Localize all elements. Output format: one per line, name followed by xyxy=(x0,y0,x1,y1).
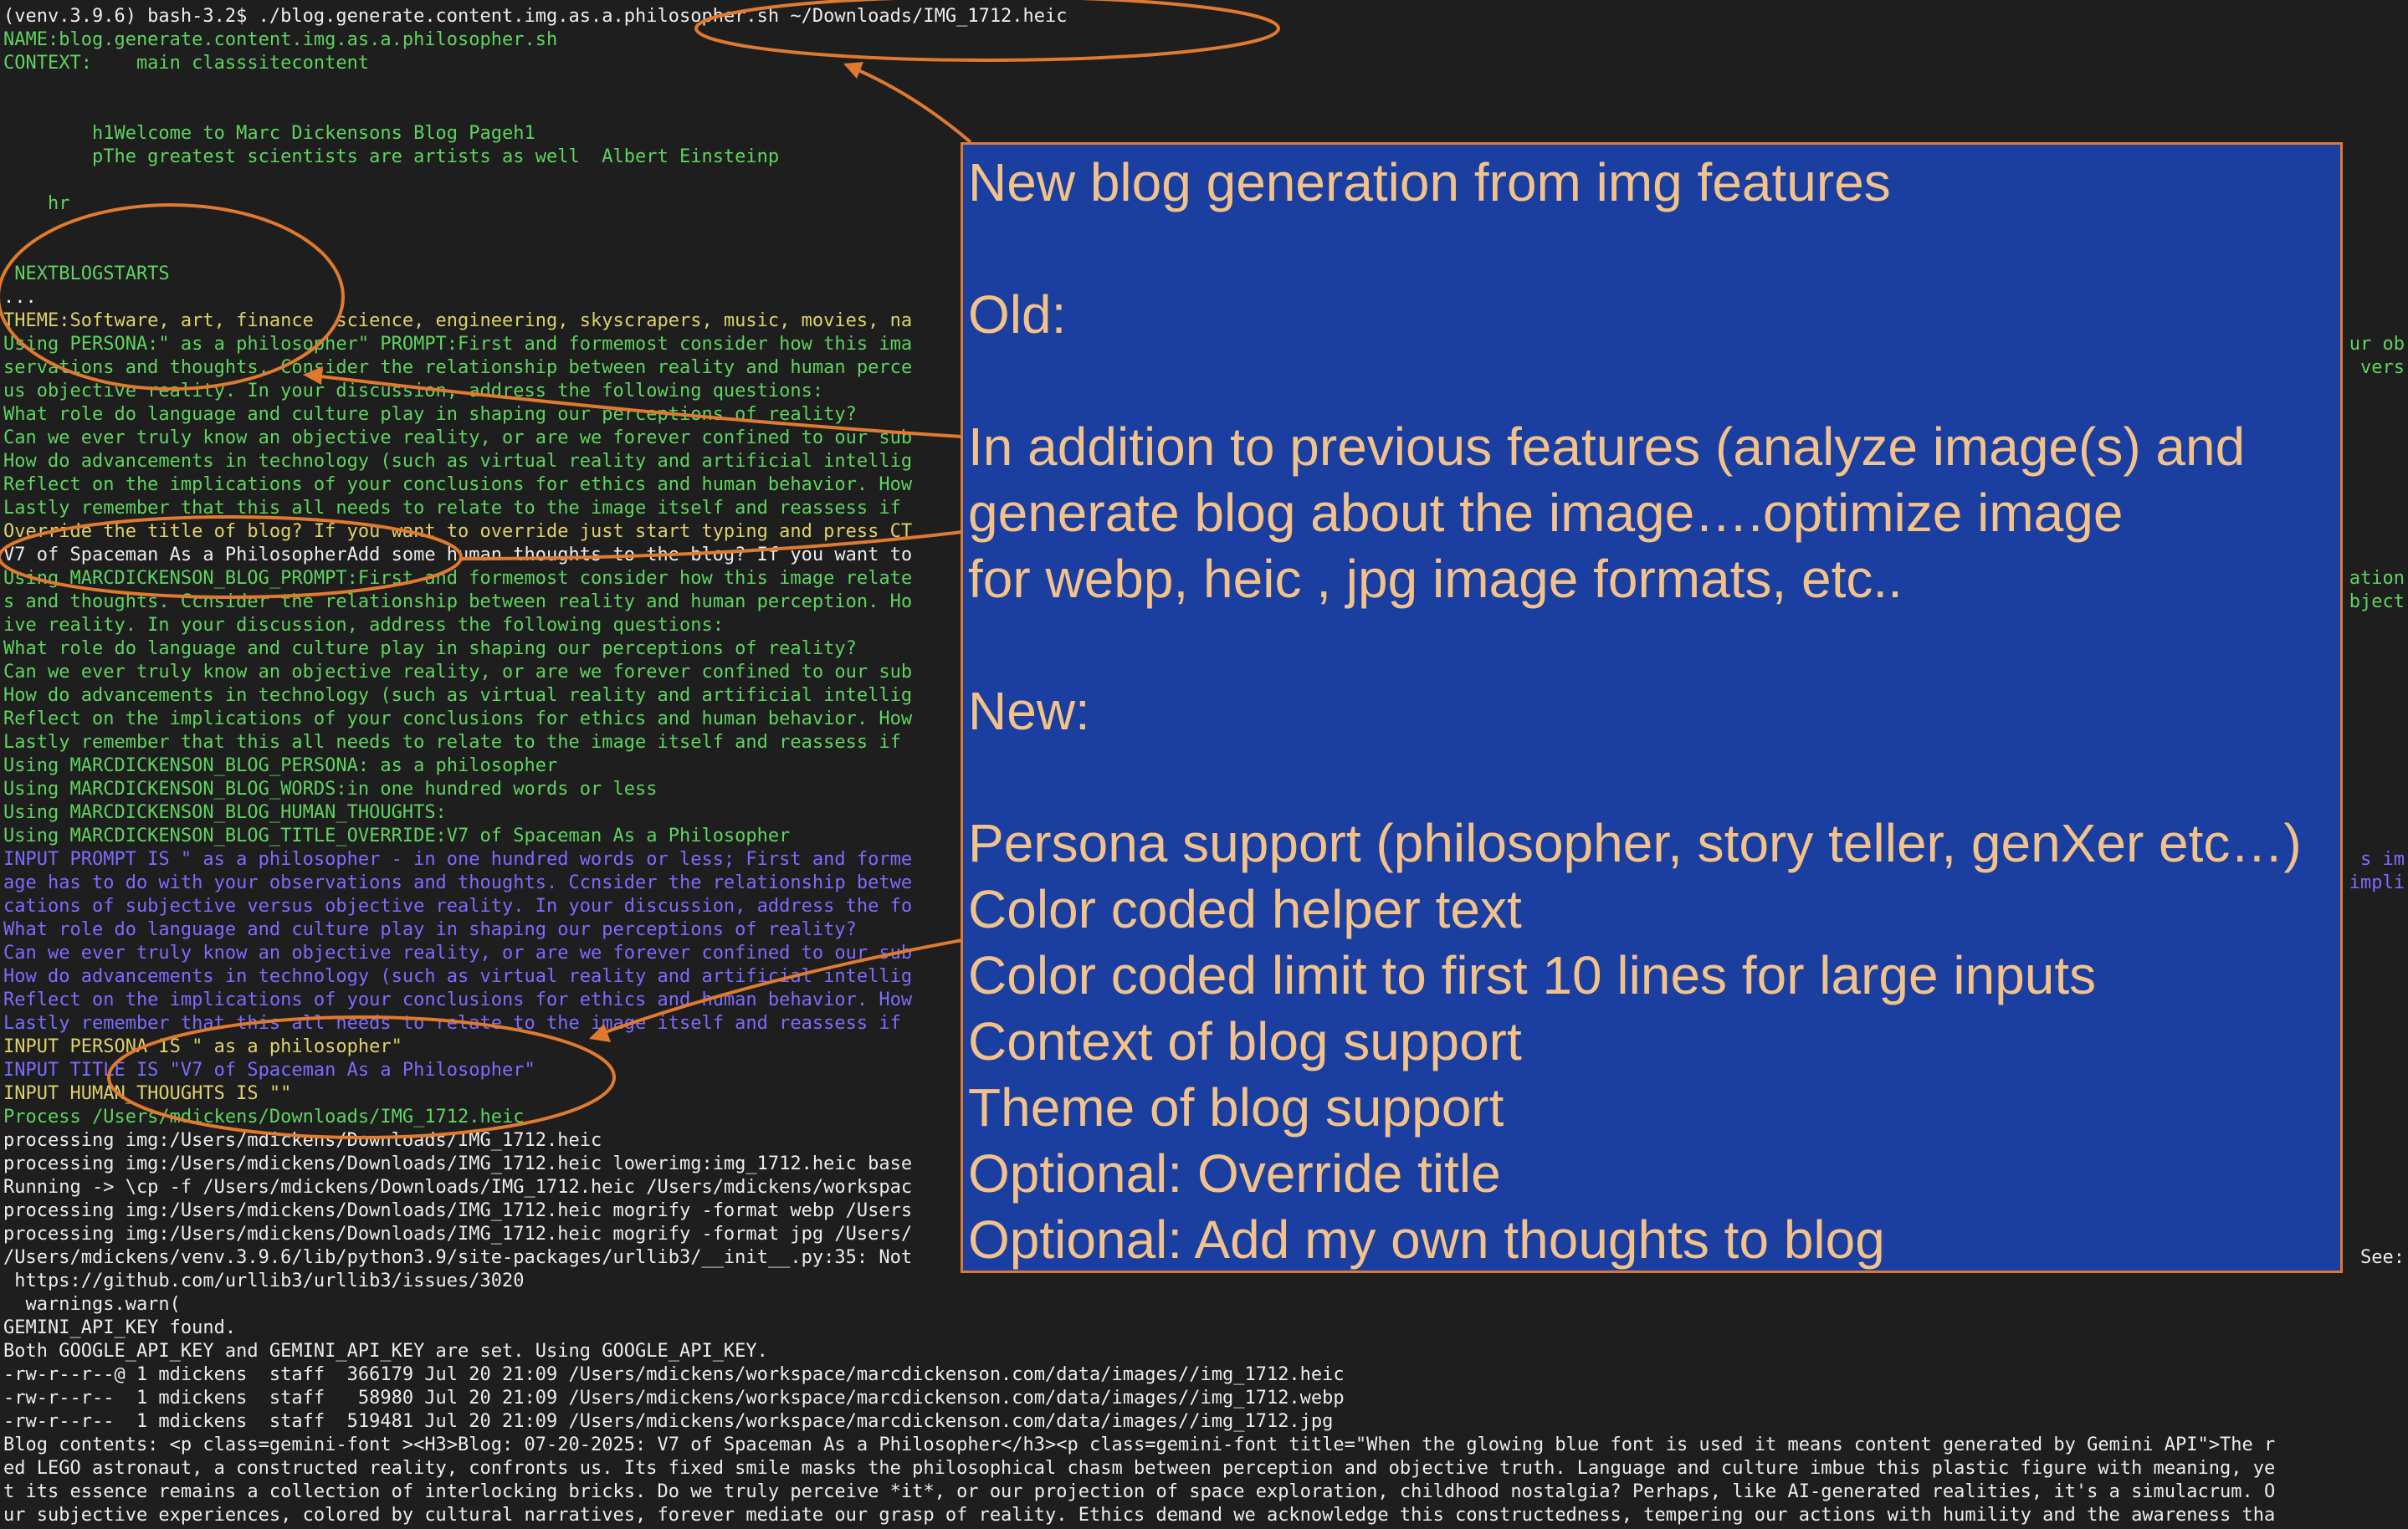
panel-line xyxy=(968,216,2340,282)
terminal-line: How do advancements in technology (such … xyxy=(3,451,913,472)
terminal-line: How do advancements in technology (such … xyxy=(3,685,913,706)
terminal-line: CONTEXT: main classsitecontent xyxy=(3,53,370,74)
panel-line xyxy=(968,612,2340,678)
terminal-line: Blog contents: <p class=gemini-font ><H3… xyxy=(3,1434,2276,1455)
terminal-line: Override the title of blog? If you want … xyxy=(3,521,913,542)
terminal-line: processing img:/Users/mdickens/Downloads… xyxy=(3,1153,913,1174)
terminal-line: How do advancements in technology (such … xyxy=(3,966,913,987)
terminal-line-tail: vers xyxy=(2360,357,2405,378)
feature-notes-panel: New blog generation from img features Old… xyxy=(961,142,2343,1273)
panel-line: Context of blog support xyxy=(968,1011,1522,1071)
panel-line: Persona support (philosopher, story tell… xyxy=(968,813,2302,873)
panel-line: Optional: Add my own thoughts to blog xyxy=(968,1209,1885,1270)
terminal-line: NEXTBLOGSTARTS xyxy=(3,263,170,284)
terminal-line: Running -> \cp -f /Users/mdickens/Downlo… xyxy=(3,1177,913,1198)
terminal-line: -rw-r--r--@ 1 mdickens staff 366179 Jul … xyxy=(3,1364,1345,1385)
terminal-line: Can we ever truly know an objective real… xyxy=(3,662,913,683)
panel-line: Color coded limit to first 10 lines for … xyxy=(968,945,2097,1005)
panel-line: Color coded helper text xyxy=(968,879,1522,939)
panel-line xyxy=(968,744,2340,811)
terminal-line: Both GOOGLE_API_KEY and GEMINI_API_KEY a… xyxy=(3,1341,768,1362)
terminal-line: Using PERSONA:" as a philosopher" PROMPT… xyxy=(3,334,913,355)
terminal-line: What role do language and culture play i… xyxy=(3,404,857,425)
panel-title: New blog generation from img features xyxy=(968,152,1891,212)
terminal-line-tail: ation xyxy=(2349,568,2405,589)
terminal-line: V7 of Spaceman As a PhilosopherAdd some … xyxy=(3,545,924,565)
terminal-line-tail: See: xyxy=(2360,1247,2405,1268)
panel-line: for webp, heic , jpg image formats, etc.… xyxy=(968,549,1903,609)
terminal-line: warnings.warn( xyxy=(3,1294,181,1315)
terminal-line: Reflect on the implications of your conc… xyxy=(3,990,913,1010)
terminal-line: processing img:/Users/mdickens/Downloads… xyxy=(3,1200,913,1221)
terminal-line: Lastly remember that this all needs to r… xyxy=(3,732,913,753)
terminal-line: Lastly remember that this all needs to r… xyxy=(3,498,913,519)
terminal-line: Using MARCDICKENSON_BLOG_PROMPT:First an… xyxy=(3,568,913,589)
panel-line xyxy=(968,348,2340,414)
terminal-line: -rw-r--r-- 1 mdickens staff 58980 Jul 20… xyxy=(3,1388,1345,1409)
panel-line: Optional: Override title xyxy=(968,1143,1501,1204)
terminal-line: hr xyxy=(3,193,70,214)
terminal-line: age has to do with your observations and… xyxy=(3,872,913,893)
terminal-line: https://github.com/urllib3/urllib3/issue… xyxy=(3,1271,525,1291)
terminal-line: GEMINI_API_KEY found. xyxy=(3,1317,237,1338)
terminal-line: Using MARCDICKENSON_BLOG_HUMAN_THOUGHTS: xyxy=(3,802,447,823)
panel-line: Theme of blog support xyxy=(968,1077,1504,1138)
terminal-line: ur subjective experiences, colored by cu… xyxy=(3,1505,2276,1526)
panel-line: In addition to previous features (analyz… xyxy=(968,417,2246,477)
terminal-line: NAME:blog.generate.content.img.as.a.phil… xyxy=(3,29,558,50)
terminal-line: THEME:Software, art, finance science, en… xyxy=(3,310,913,331)
terminal-line: Can we ever truly know an objective real… xyxy=(3,427,913,448)
terminal-line: -rw-r--r-- 1 mdickens staff 519481 Jul 2… xyxy=(3,1411,1334,1432)
terminal-line: cations of subjective versus objective r… xyxy=(3,896,913,917)
terminal-line: s and thoughts. Ccnsider the relationshi… xyxy=(3,591,913,612)
terminal-line: Lastly remember that this all needs to r… xyxy=(3,1013,913,1034)
terminal-line: What role do language and culture play i… xyxy=(3,638,857,659)
terminal-line: Using MARCDICKENSON_BLOG_TITLE_OVERRIDE:… xyxy=(3,826,791,846)
terminal-line: processing img:/Users/mdickens/Downloads… xyxy=(3,1130,602,1151)
terminal-line-tail: ur ob xyxy=(2349,334,2405,355)
terminal-line: ... xyxy=(3,287,37,308)
terminal-line: (venv.3.9.6) bash-3.2$ ./blog.generate.c… xyxy=(3,6,1068,27)
terminal-line: processing img:/Users/mdickens/Downloads… xyxy=(3,1224,913,1245)
terminal-line: t its essence remains a collection of in… xyxy=(3,1481,2276,1502)
terminal-line-tail: impli xyxy=(2349,872,2405,893)
terminal-line: Reflect on the implications of your conc… xyxy=(3,474,913,495)
terminal-line: servations and thoughts. Consider the re… xyxy=(3,357,913,378)
terminal-line: Process /Users/mdickens/Downloads/IMG_17… xyxy=(3,1107,525,1128)
panel-line: generate blog about the image….optimize … xyxy=(968,483,2124,543)
terminal-line: Reflect on the implications of your conc… xyxy=(3,708,913,729)
terminal-line: ed LEGO astronaut, a constructed reality… xyxy=(3,1458,2276,1479)
terminal-line: ive reality. In your discussion, address… xyxy=(3,615,724,636)
terminal-line: h1Welcome to Marc Dickensons Blog Pageh1 xyxy=(3,123,535,144)
terminal-line: INPUT HUMAN_THOUGHTS IS "" xyxy=(3,1083,292,1104)
terminal-line: Can we ever truly know an objective real… xyxy=(3,943,913,964)
panel-line: New: xyxy=(968,681,1090,741)
terminal-line: INPUT TITLE IS "V7 of Spaceman As a Phil… xyxy=(3,1060,535,1081)
terminal-line-tail: bject xyxy=(2349,591,2405,612)
terminal-line: INPUT PERSONA IS " as a philosopher" xyxy=(3,1036,402,1057)
terminal-line: Using MARCDICKENSON_BLOG_PERSONA: as a p… xyxy=(3,755,558,776)
terminal-line: pThe greatest scientists are artists as … xyxy=(3,146,780,167)
terminal-line-tail: s im xyxy=(2360,849,2405,870)
terminal-line: INPUT PROMPT IS " as a philosopher - in … xyxy=(3,849,913,870)
terminal-line: Using MARCDICKENSON_BLOG_WORDS:in one hu… xyxy=(3,779,658,800)
terminal-line: What role do language and culture play i… xyxy=(3,919,857,940)
terminal-line: us objective reality. In your discussion… xyxy=(3,381,824,401)
terminal-line: /Users/mdickens/venv.3.9.6/lib/python3.9… xyxy=(3,1247,913,1268)
panel-line: Old: xyxy=(968,284,1067,345)
